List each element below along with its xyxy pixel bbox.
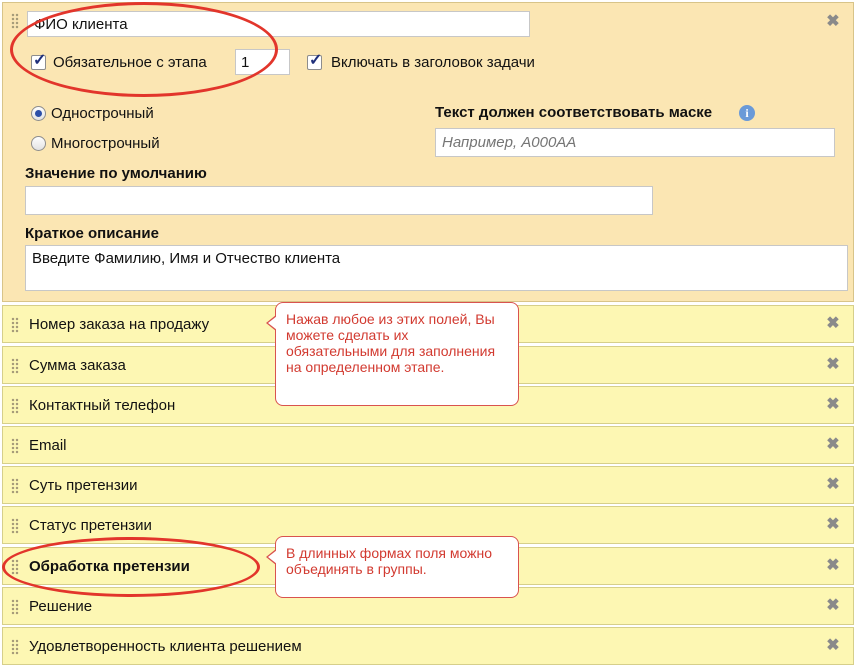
- include-title-checkbox[interactable]: ✓: [307, 52, 322, 70]
- description-textarea[interactable]: Введите Фамилию, Имя и Отчество клиента: [25, 245, 848, 291]
- callout-text: В длинных формах поля можно объединять в…: [286, 545, 493, 577]
- close-icon[interactable]: ✖: [823, 636, 843, 656]
- drag-handle-icon[interactable]: [11, 518, 19, 534]
- close-icon[interactable]: ✖: [823, 395, 843, 415]
- stage-input[interactable]: [235, 49, 290, 75]
- multi-line-radio[interactable]: [31, 136, 46, 151]
- drag-handle-icon[interactable]: [11, 438, 19, 454]
- default-value-input[interactable]: [25, 186, 653, 215]
- close-icon[interactable]: ✖: [823, 475, 843, 495]
- field-row-label: Удовлетворенность клиента решением: [29, 638, 302, 655]
- field-editor-panel: ✖ ✓ Обязательное с этапа ✓ Включать в за…: [2, 2, 854, 302]
- field-row-label: Сумма заказа: [29, 357, 126, 374]
- required-label: Обязательное с этапа: [53, 54, 207, 71]
- mask-label: Текст должен соответствовать маске: [435, 104, 713, 121]
- close-icon[interactable]: ✖: [823, 314, 843, 334]
- drag-handle-icon[interactable]: [11, 317, 19, 333]
- single-line-radio[interactable]: [31, 106, 46, 121]
- field-row-label: Суть претензии: [29, 477, 138, 494]
- single-line-label: Однострочный: [51, 105, 154, 122]
- multi-line-label: Многострочный: [51, 135, 160, 152]
- field-row-label: Email: [29, 437, 67, 454]
- callout-tail: [266, 549, 277, 565]
- close-icon[interactable]: ✖: [823, 556, 843, 576]
- info-icon[interactable]: i: [739, 105, 755, 121]
- drag-handle-icon[interactable]: [11, 478, 19, 494]
- field-name-input[interactable]: [27, 11, 530, 37]
- drag-handle-icon[interactable]: [11, 358, 19, 374]
- field-row-label: Номер заказа на продажу: [29, 316, 210, 333]
- mask-input[interactable]: [435, 128, 835, 157]
- drag-handle-icon[interactable]: [11, 599, 19, 615]
- close-icon[interactable]: ✖: [823, 435, 843, 455]
- close-icon[interactable]: ✖: [823, 596, 843, 616]
- drag-handle-icon[interactable]: [11, 398, 19, 414]
- callout-required-fields: Нажав любое из этих полей, Вы можете сде…: [266, 302, 519, 406]
- close-icon[interactable]: ✖: [823, 12, 843, 32]
- field-row[interactable]: Удовлетворенность клиента решением ✖: [2, 627, 854, 665]
- close-icon[interactable]: ✖: [823, 355, 843, 375]
- field-row[interactable]: Суть претензии ✖: [2, 466, 854, 504]
- callout-groups: В длинных формах поля можно объединять в…: [266, 536, 519, 598]
- description-label: Краткое описание: [25, 225, 159, 242]
- include-title-label: Включать в заголовок задачи: [331, 54, 535, 71]
- field-row[interactable]: Email ✖: [2, 426, 854, 464]
- drag-handle-icon[interactable]: [11, 559, 19, 575]
- field-row-label: Статус претензии: [29, 517, 152, 534]
- default-value-label: Значение по умолчанию: [25, 165, 207, 182]
- callout-tail: [266, 315, 277, 331]
- close-icon[interactable]: ✖: [823, 515, 843, 535]
- field-group-label: Обработка претензии: [29, 558, 190, 575]
- field-row-label: Контактный телефон: [29, 397, 176, 414]
- drag-handle-icon[interactable]: [11, 639, 19, 655]
- field-row-label: Решение: [29, 598, 93, 615]
- drag-handle-icon[interactable]: [11, 13, 19, 29]
- required-checkbox[interactable]: ✓: [31, 52, 46, 70]
- callout-text: Нажав любое из этих полей, Вы можете сде…: [286, 311, 496, 375]
